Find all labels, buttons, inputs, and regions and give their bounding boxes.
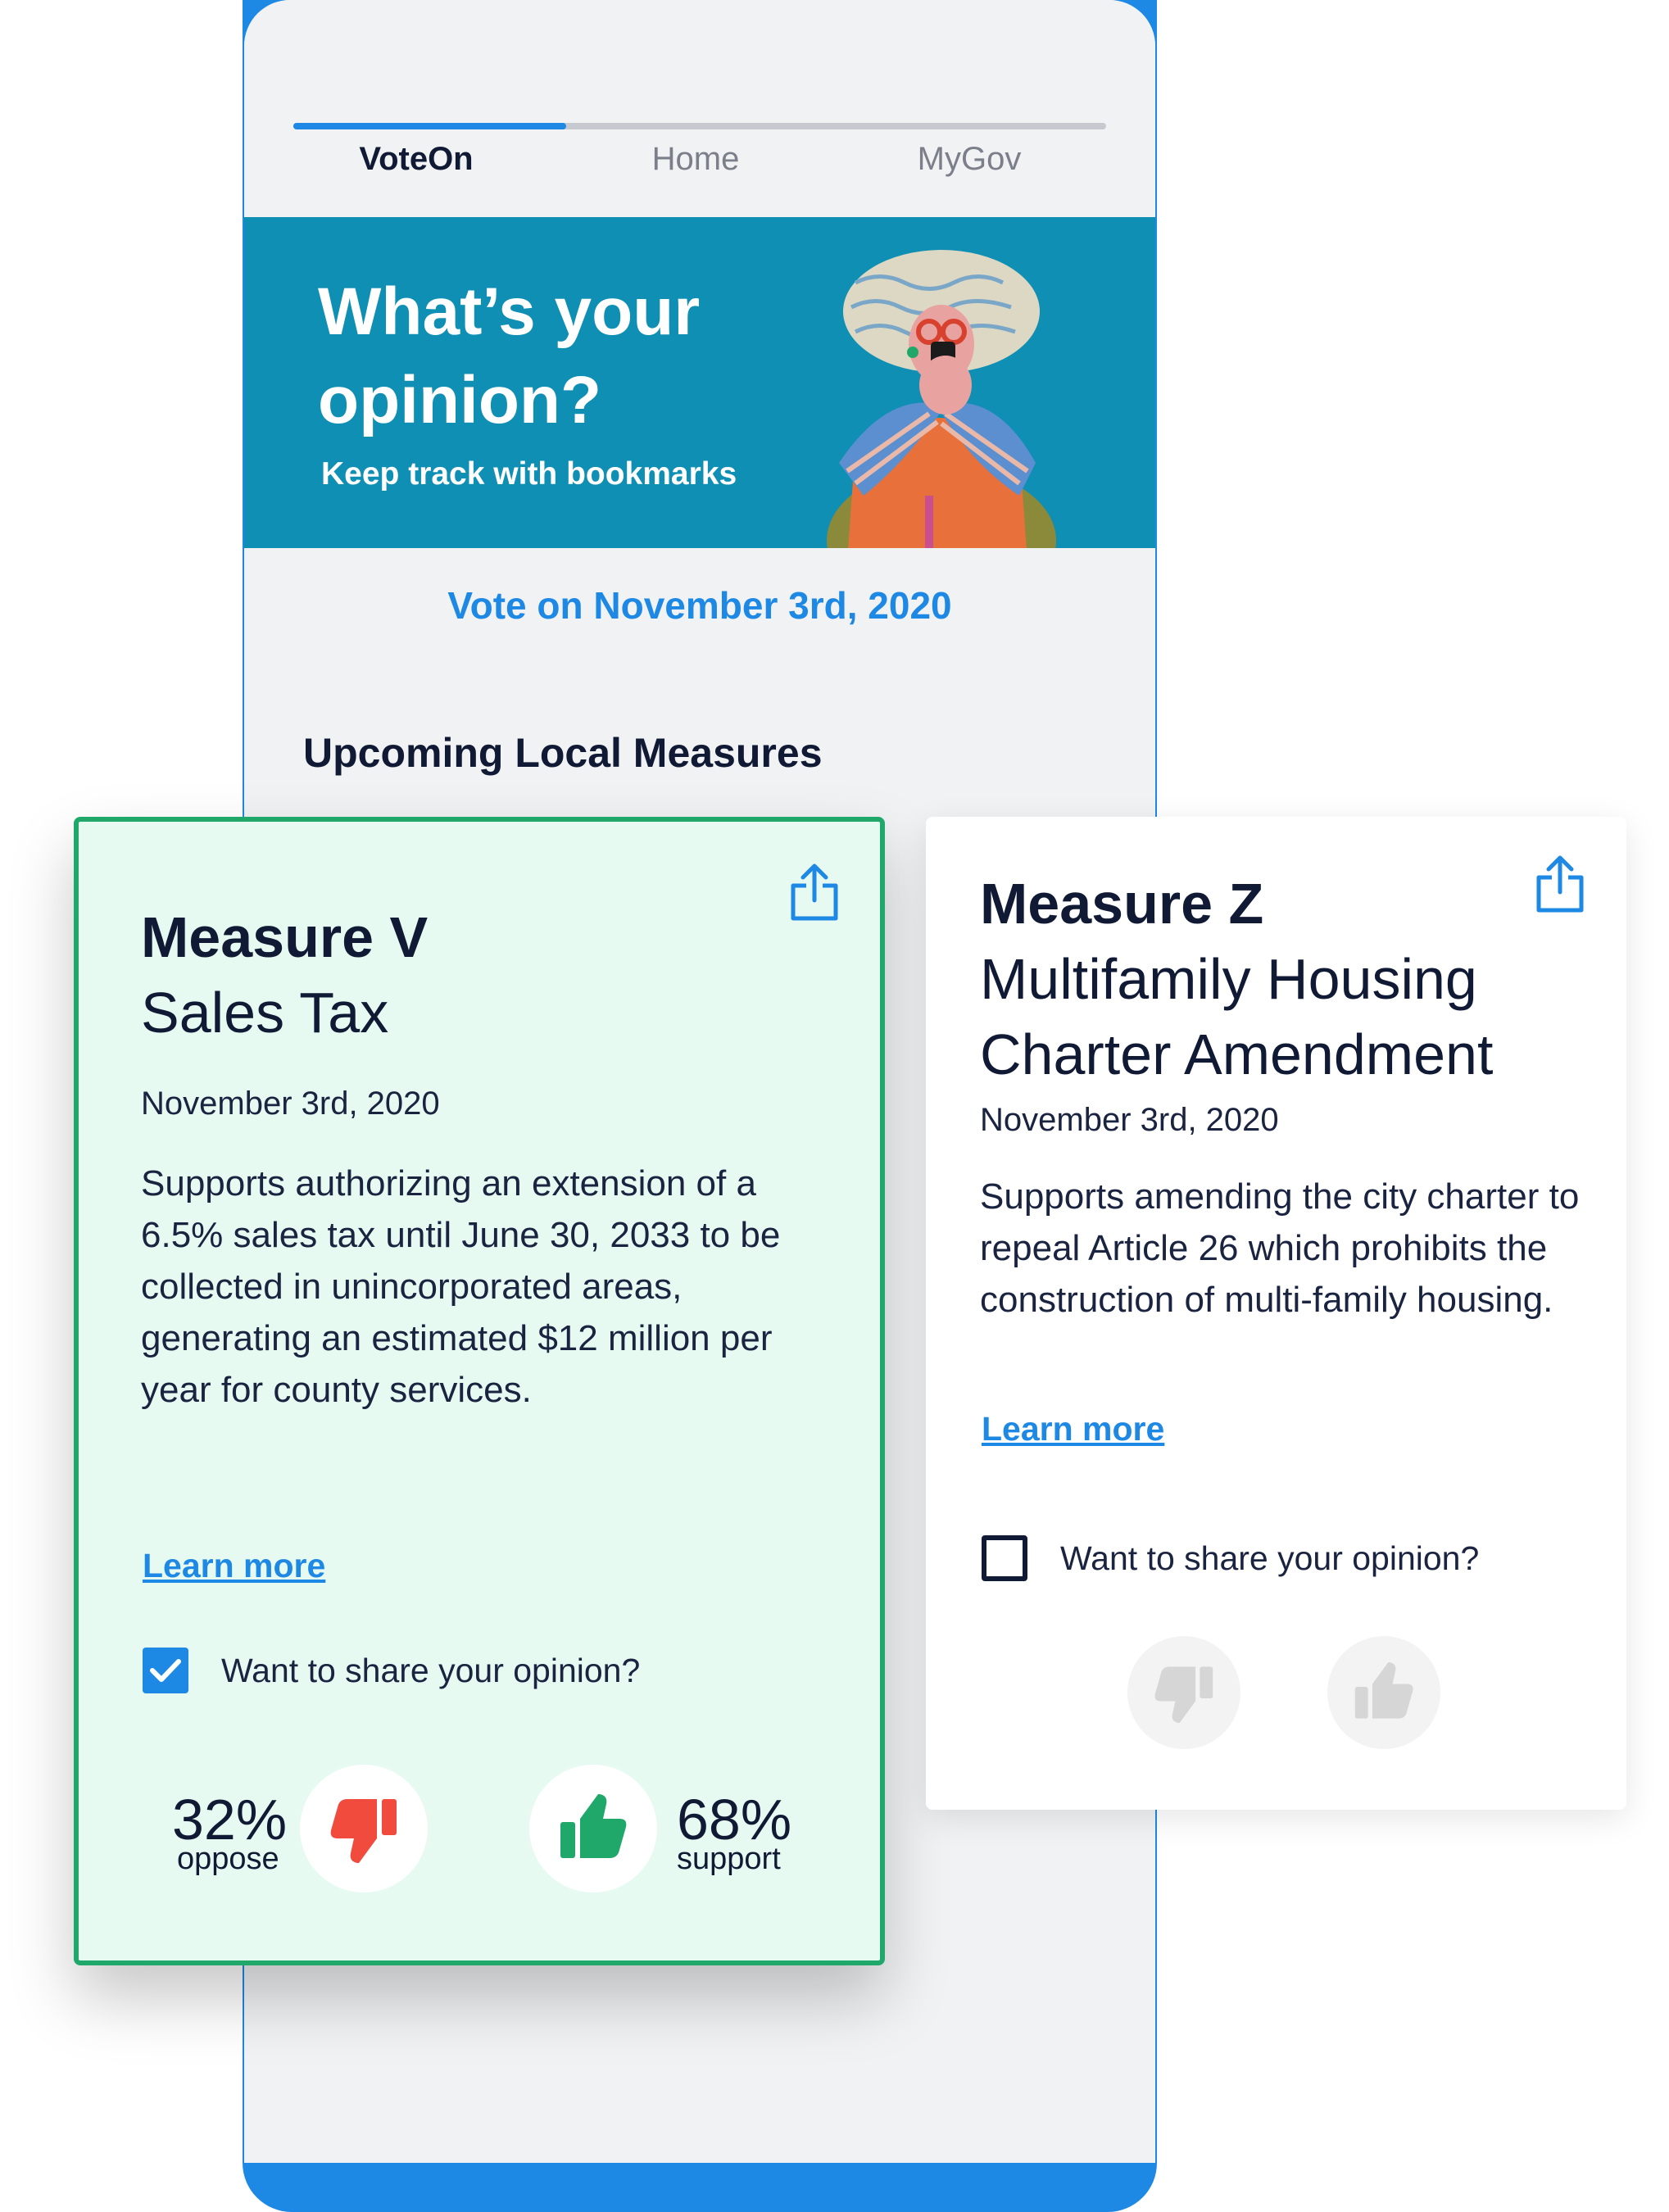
oppose-button[interactable]: [300, 1765, 428, 1892]
share-opinion-checkbox[interactable]: [143, 1648, 188, 1693]
measure-card-z[interactable]: Measure Z Multifamily Housing Charter Am…: [926, 817, 1626, 1810]
share-opinion-row[interactable]: Want to share your opinion?: [982, 1535, 1479, 1581]
oppose-label: oppose: [177, 1842, 279, 1876]
tab-mygov[interactable]: MyGov: [834, 141, 1104, 178]
tab-voteon[interactable]: VoteOn: [281, 141, 551, 178]
thumbs-down-icon: [1154, 1666, 1213, 1723]
share-opinion-checkbox[interactable]: [982, 1535, 1027, 1581]
section-title: Upcoming Local Measures: [303, 730, 823, 776]
measure-name: Measure V: [141, 905, 429, 969]
share-icon[interactable]: [1534, 854, 1586, 913]
woman-with-phone-illustration: [827, 250, 1056, 548]
support-label: support: [677, 1842, 781, 1876]
measure-date: November 3rd, 2020: [980, 1102, 1279, 1138]
oppose-button[interactable]: [1127, 1636, 1240, 1749]
learn-more-link[interactable]: Learn more: [143, 1547, 325, 1585]
vote-date-link[interactable]: Vote on November 3rd, 2020: [244, 583, 1155, 628]
thumbs-up-icon: [560, 1794, 627, 1858]
measure-date: November 3rd, 2020: [141, 1086, 440, 1122]
top-navigation: VoteOn Home MyGov: [244, 0, 1155, 217]
share-opinion-label: Want to share your opinion?: [221, 1651, 641, 1689]
share-opinion-label: Want to share your opinion?: [1060, 1539, 1480, 1577]
measure-subject: Sales Tax: [141, 981, 389, 1045]
share-opinion-row[interactable]: Want to share your opinion?: [143, 1648, 640, 1693]
support-button[interactable]: [1327, 1636, 1440, 1749]
hero-banner: What’s your opinion? Keep track with boo…: [244, 217, 1155, 548]
learn-more-link[interactable]: Learn more: [982, 1410, 1164, 1448]
measure-card-v[interactable]: Measure V Sales Tax November 3rd, 2020 S…: [74, 817, 885, 1965]
tab-indicator-track: [293, 123, 1106, 129]
hero-subtitle: Keep track with bookmarks: [321, 456, 737, 492]
checkmark-icon: [150, 1659, 181, 1682]
tab-home[interactable]: Home: [560, 141, 831, 178]
measure-title: Measure V Sales Tax: [141, 900, 428, 1050]
measure-description: Supports authorizing an extension of a 6…: [141, 1163, 781, 1410]
thumbs-down-icon: [330, 1799, 397, 1863]
support-percent: 68%: [677, 1788, 792, 1852]
measure-title: Measure Z Multifamily Housing Charter Am…: [980, 866, 1493, 1092]
thumbs-up-icon: [1354, 1662, 1413, 1719]
share-icon[interactable]: [788, 863, 841, 922]
support-button[interactable]: [529, 1765, 657, 1892]
measure-name: Measure Z: [980, 872, 1264, 936]
measure-subject-line-2: Charter Amendment: [980, 1022, 1494, 1086]
measure-description: Supports amending the city charter to re…: [980, 1176, 1580, 1320]
measure-subject: Multifamily Housing: [980, 947, 1477, 1011]
hero-title: What’s your opinion?: [318, 274, 701, 437]
tab-active-indicator: [293, 123, 566, 129]
oppose-percent: 32%: [172, 1788, 288, 1852]
